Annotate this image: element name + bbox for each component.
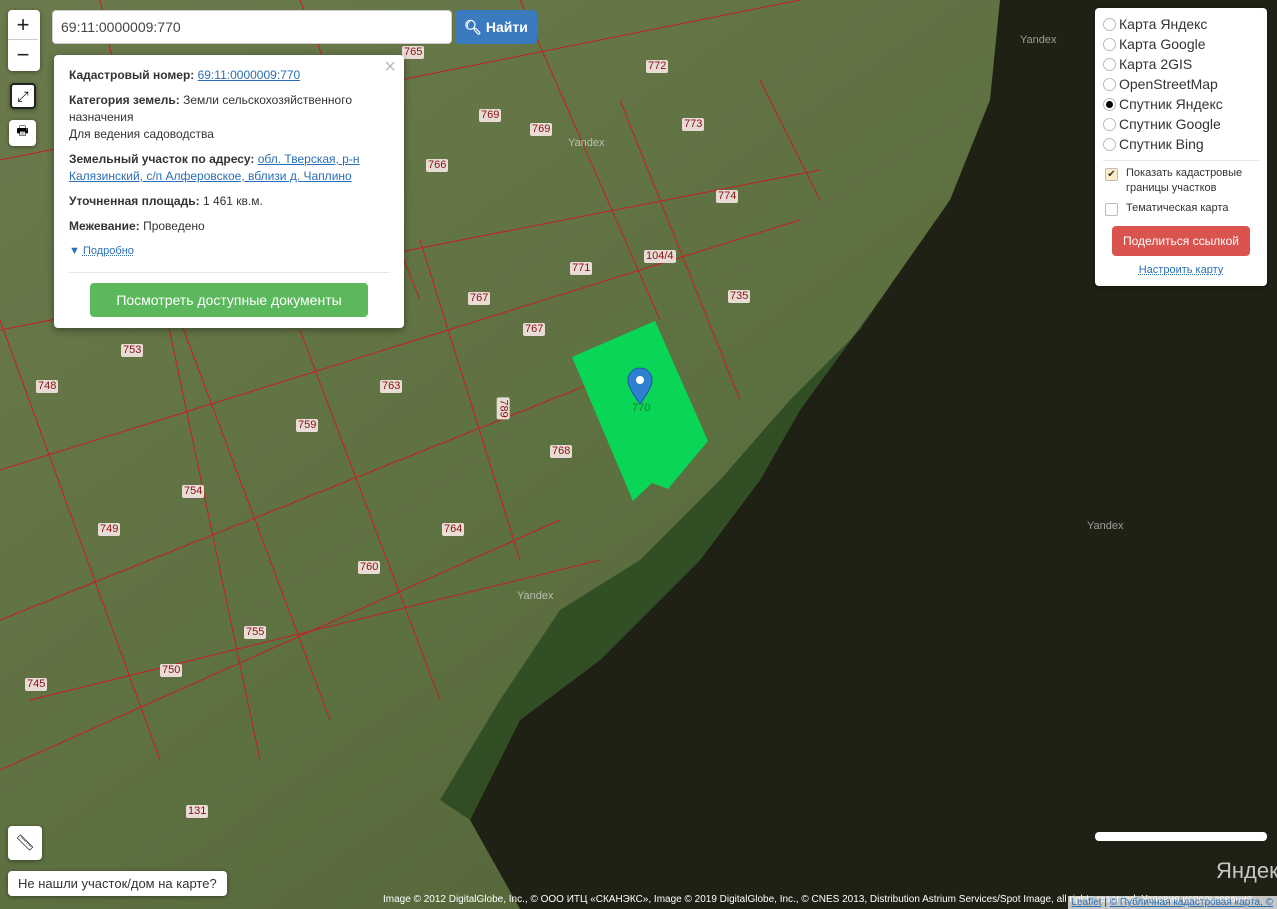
layer-option[interactable]: OpenStreetMap	[1103, 74, 1259, 94]
radio-checked[interactable]	[1103, 97, 1116, 111]
yandex-watermark: Yandex	[517, 590, 554, 602]
layer-label: Спутник Яндекс	[1119, 96, 1223, 112]
radio[interactable]	[1103, 37, 1116, 51]
parcel-label[interactable]: 768	[550, 445, 573, 458]
parcel-label[interactable]: 765	[402, 46, 425, 59]
layer-option[interactable]: Спутник Bing	[1103, 134, 1259, 154]
area-label: Уточненная площадь:	[69, 194, 200, 208]
search-input[interactable]	[52, 10, 452, 44]
fullscreen-button[interactable]: ⤢	[10, 83, 36, 109]
show-borders-checkbox[interactable]: ✔ Показать кадастровые границы участков	[1103, 166, 1259, 196]
layer-label: Карта 2GIS	[1119, 56, 1193, 72]
layer-option[interactable]: Спутник Google	[1103, 114, 1259, 134]
radio[interactable]	[1103, 17, 1116, 31]
parcel-label[interactable]: 754	[182, 485, 205, 498]
yandex-watermark: Yandex	[1020, 34, 1057, 46]
expand-icon: ⤢	[17, 87, 29, 104]
radio[interactable]	[1103, 57, 1116, 71]
layer-option[interactable]: Карта Google	[1103, 34, 1259, 54]
parcel-label[interactable]: 760	[358, 561, 381, 574]
configure-map-link[interactable]: Настроить карту	[1139, 264, 1224, 276]
survey-value: Проведено	[143, 219, 205, 233]
cad-label: Кадастровый номер:	[69, 68, 195, 82]
survey-label: Межевание:	[69, 219, 140, 233]
area-value: 1 461 кв.м.	[202, 194, 263, 208]
layer-label: Карта Яндекс	[1119, 16, 1208, 32]
search-icon: 🔍︎	[464, 18, 486, 35]
parcel-label[interactable]: 766	[426, 159, 449, 172]
cadastre-link[interactable]: © Публичная кадастровая карта, ©	[1110, 897, 1273, 908]
parcel-info-popup: × Кадастровый номер: 69:11:0000009:770 К…	[54, 55, 404, 328]
caret-down-icon: ▼	[69, 245, 80, 257]
measure-button[interactable]: 📏︎	[8, 826, 42, 860]
thematic-map-checkbox[interactable]: Тематическая карта	[1103, 201, 1259, 216]
divider	[1103, 160, 1259, 161]
parcel-label[interactable]: 764	[442, 523, 465, 536]
yandex-logo: Яндекс	[1216, 858, 1277, 883]
cad-number-link[interactable]: 69:11:0000009:770	[198, 68, 301, 82]
zoom-control: + −	[8, 10, 40, 71]
parcel-label[interactable]: 755	[244, 626, 267, 639]
layer-option[interactable]: Карта Яндекс	[1103, 14, 1259, 34]
close-icon[interactable]: ×	[384, 57, 396, 77]
checkbox-label: Тематическая карта	[1126, 202, 1229, 214]
parcel-label[interactable]: 774	[716, 190, 739, 203]
search-button[interactable]: 🔍︎ Найти	[455, 10, 537, 44]
not-found-button[interactable]: Не нашли участок/дом на карте?	[8, 871, 227, 896]
details-toggle[interactable]: Подробно	[83, 245, 134, 257]
checkmark-icon[interactable]: ✔	[1105, 168, 1118, 181]
parcel-label[interactable]: 753	[121, 344, 144, 357]
checkbox-label: Показать кадастровые границы участков	[1126, 167, 1243, 194]
radio[interactable]	[1103, 77, 1116, 91]
layer-label: Спутник Bing	[1119, 136, 1204, 152]
parcel-label[interactable]: 104/4	[644, 250, 676, 263]
parcel-label[interactable]: 769	[479, 109, 502, 122]
layer-label: Карта Google	[1119, 36, 1206, 52]
parcel-label[interactable]: 131	[186, 805, 209, 818]
layer-switcher: Карта Яндекс Карта Google Карта 2GIS Ope…	[1095, 8, 1267, 286]
parcel-label[interactable]: 789	[496, 397, 510, 420]
share-link-button[interactable]: Поделиться ссылкой	[1112, 226, 1250, 256]
layer-option-selected[interactable]: Спутник Яндекс	[1103, 94, 1259, 114]
parcel-label[interactable]: 749	[98, 523, 121, 536]
parcel-label[interactable]: 772	[646, 60, 669, 73]
parcel-label[interactable]: 750	[160, 664, 183, 677]
search-button-label: Найти	[485, 18, 528, 35]
yandex-watermark: Yandex	[568, 137, 605, 149]
printer-icon: 🖶	[16, 123, 29, 138]
parcel-label[interactable]: 763	[380, 380, 403, 393]
parcel-label[interactable]: 745	[25, 678, 48, 691]
radio[interactable]	[1103, 137, 1116, 151]
scale-bar	[1095, 832, 1267, 841]
layer-label: OpenStreetMap	[1119, 76, 1218, 92]
leaflet-link[interactable]: Leaflet	[1072, 897, 1102, 908]
yandex-watermark: Yandex	[1087, 520, 1124, 532]
zoom-in-button[interactable]: +	[8, 10, 38, 40]
view-documents-button[interactable]: Посмотреть доступные документы	[90, 283, 368, 317]
parcel-label[interactable]: 767	[523, 323, 546, 336]
ruler-icon: 📏︎	[14, 835, 36, 852]
layer-label: Спутник Google	[1119, 116, 1221, 132]
parcel-label[interactable]: 773	[682, 118, 705, 131]
layer-option[interactable]: Карта 2GIS	[1103, 54, 1259, 74]
map-attribution: Leaflet | © Публичная кадастровая карта,…	[1067, 896, 1277, 909]
category-label: Категория земель:	[69, 93, 180, 107]
zoom-out-button[interactable]: −	[8, 40, 38, 70]
parcel-label[interactable]: 771	[570, 262, 593, 275]
address-label: Земельный участок по адресу:	[69, 152, 255, 166]
parcel-label[interactable]: 769	[530, 123, 553, 136]
print-button[interactable]: 🖶	[9, 120, 36, 146]
permitted-use: Для ведения садоводства	[69, 127, 214, 141]
parcel-label-selected[interactable]: 770	[630, 402, 652, 415]
parcel-label[interactable]: 759	[296, 419, 319, 432]
radio[interactable]	[1103, 117, 1116, 131]
parcel-label[interactable]: 735	[728, 290, 751, 303]
parcel-label[interactable]: 748	[36, 380, 59, 393]
parcel-label[interactable]: 767	[468, 292, 491, 305]
checkbox[interactable]	[1105, 203, 1118, 216]
